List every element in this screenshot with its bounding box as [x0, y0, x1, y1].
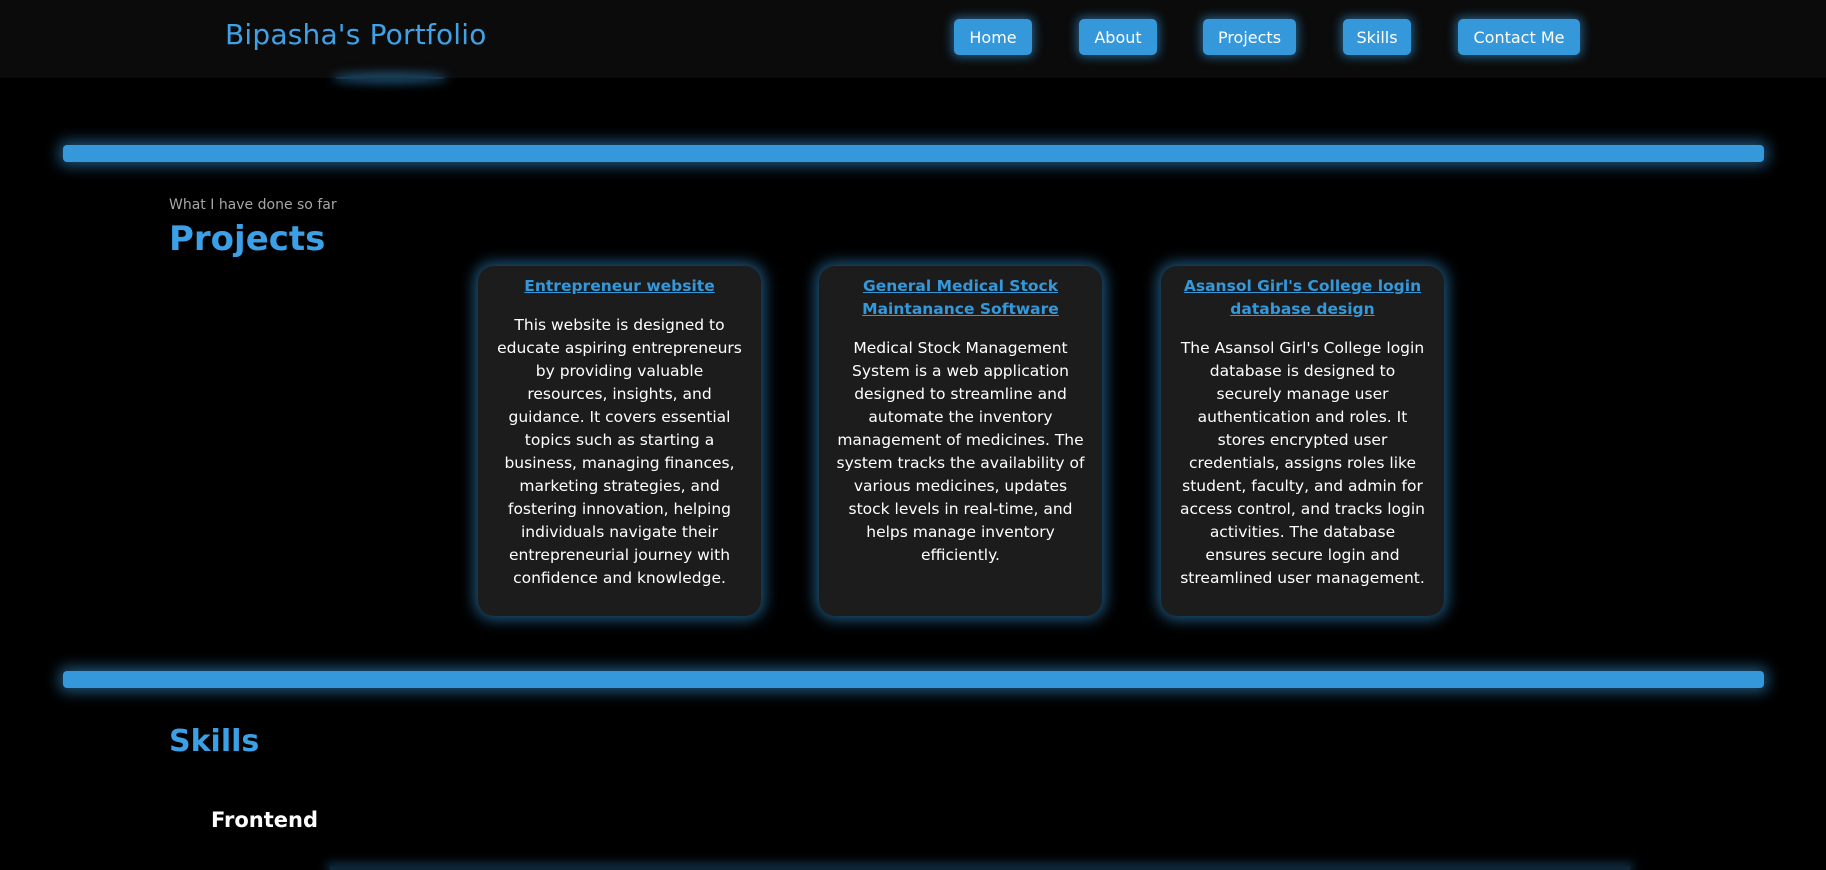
project-card-description: The Asansol Girl's College login databas…: [1179, 339, 1426, 587]
nav-contact-button[interactable]: Contact Me: [1458, 19, 1580, 55]
project-card-title-link[interactable]: Asansol Girl's College login database de…: [1177, 275, 1428, 321]
project-card-description: This website is designed to educate aspi…: [497, 316, 742, 587]
site-header: Bipasha's Portfolio Home About Projects …: [0, 0, 1826, 78]
nav-about-button[interactable]: About: [1079, 19, 1157, 55]
project-card-title-link[interactable]: General Medical Stock Maintanance Softwa…: [835, 275, 1086, 321]
section-divider-bottom: [63, 671, 1764, 688]
section-divider-top: [63, 145, 1764, 162]
nav-home-button[interactable]: Home: [954, 19, 1032, 55]
project-card: General Medical Stock Maintanance Softwa…: [819, 266, 1102, 616]
skills-panel-glow-edge: [330, 866, 1630, 870]
brand-logo-text[interactable]: Bipasha's Portfolio: [225, 18, 487, 51]
nav-skills-button[interactable]: Skills: [1343, 19, 1411, 55]
projects-title: Projects: [169, 219, 326, 259]
nav-projects-button[interactable]: Projects: [1203, 19, 1296, 55]
project-card-description: Medical Stock Management System is a web…: [836, 339, 1085, 564]
project-card-title-link[interactable]: Entrepreneur website: [494, 275, 745, 298]
projects-eyebrow: What I have done so far: [169, 197, 337, 213]
header-glow-accent: [335, 76, 445, 80]
project-card: Asansol Girl's College login database de…: [1161, 266, 1444, 616]
skills-title: Skills: [169, 724, 260, 759]
skills-frontend-heading: Frontend: [211, 808, 318, 832]
project-card: Entrepreneur website This website is des…: [478, 266, 761, 616]
